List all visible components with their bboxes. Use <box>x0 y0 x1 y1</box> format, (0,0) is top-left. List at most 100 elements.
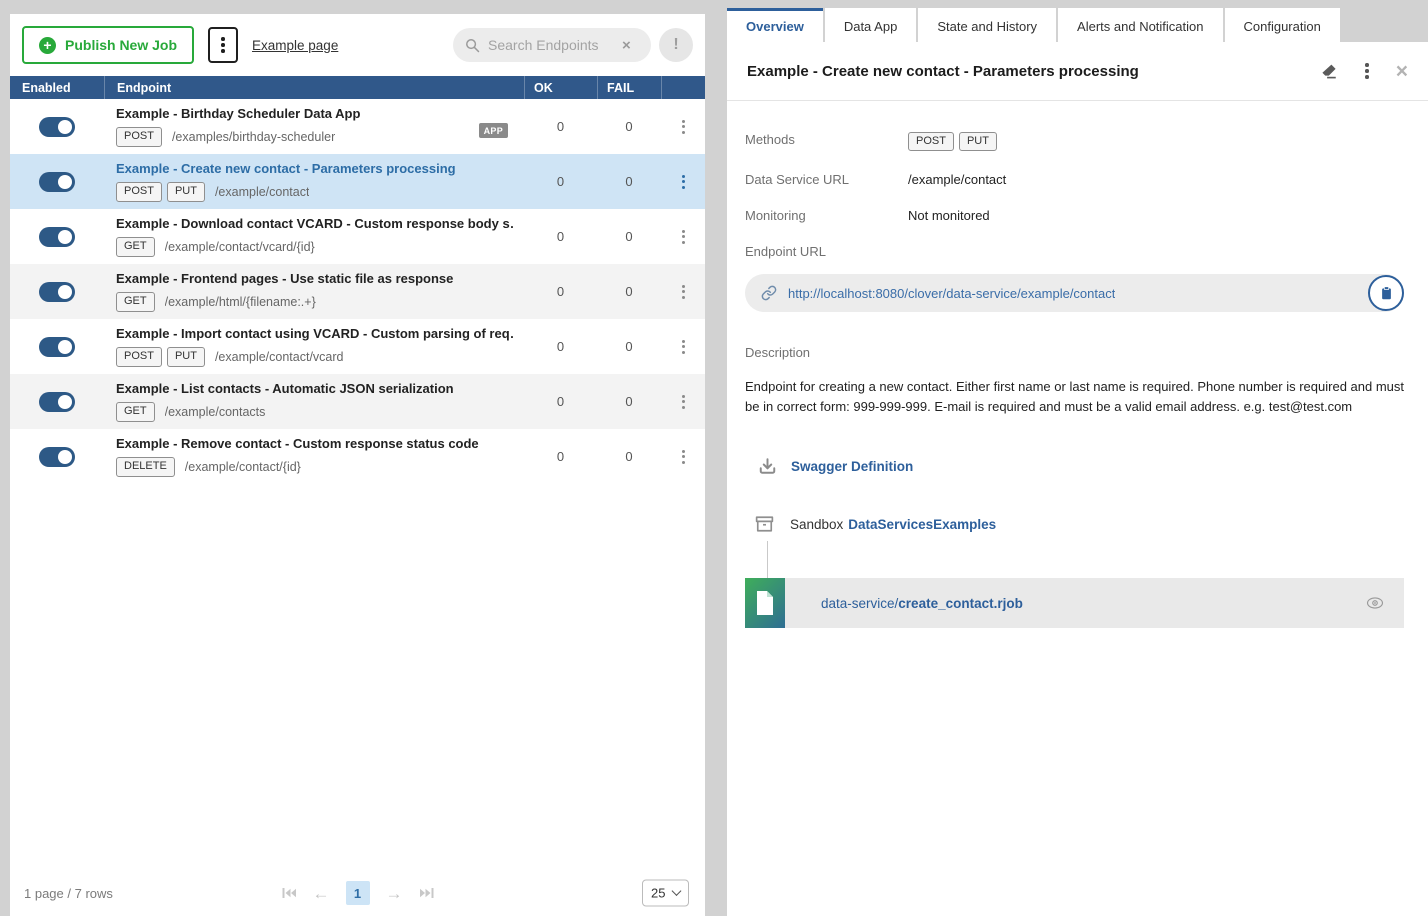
tab-label: State and History <box>937 19 1037 34</box>
example-page-link[interactable]: Example page <box>252 38 338 53</box>
swagger-link-label: Swagger Definition <box>791 459 913 474</box>
method-badges: POST PUT <box>116 347 205 366</box>
enabled-toggle[interactable] <box>39 447 75 467</box>
swagger-definition-link[interactable]: Swagger Definition <box>745 457 1404 475</box>
enabled-toggle[interactable] <box>39 282 75 302</box>
tree-connector <box>767 541 768 578</box>
app-badge: APP <box>479 123 508 138</box>
endpoint-row[interactable]: Example - Birthday Scheduler Data App PO… <box>10 99 705 154</box>
endpoint-cell: Example - Remove contact - Custom respon… <box>104 436 524 476</box>
panel-menu-button[interactable] <box>1365 63 1369 79</box>
first-page-button[interactable] <box>281 887 297 899</box>
row-menu-button[interactable] <box>682 450 685 464</box>
row-actions-cell <box>661 120 705 134</box>
endpoint-row[interactable]: Example - Download contact VCARD - Custo… <box>10 209 705 264</box>
method-badge: GET <box>116 402 155 421</box>
enabled-toggle[interactable] <box>39 117 75 137</box>
row-menu-button[interactable] <box>682 230 685 244</box>
monitoring-value: Not monitored <box>908 208 990 223</box>
exclamation-icon: ! <box>673 36 678 54</box>
fail-count: 0 <box>597 449 661 464</box>
alert-button[interactable]: ! <box>659 28 693 62</box>
toggle-knob <box>58 450 72 464</box>
tab[interactable]: Data App <box>825 8 917 42</box>
endpoint-row[interactable]: Example - Import contact using VCARD - C… <box>10 319 705 374</box>
toggle-knob <box>58 120 72 134</box>
row-menu-button[interactable] <box>682 175 685 189</box>
endpoint-cell: Example - Create new contact - Parameter… <box>104 161 524 201</box>
row-actions-cell <box>661 285 705 299</box>
page-size-select[interactable]: 25 <box>642 880 689 907</box>
enabled-toggle[interactable] <box>39 337 75 357</box>
endpoint-row[interactable]: Example - Create new contact - Parameter… <box>10 154 705 209</box>
endpoint-title: Example - Download contact VCARD - Custo… <box>116 216 514 231</box>
enabled-toggle[interactable] <box>39 227 75 247</box>
ok-count: 0 <box>524 339 597 354</box>
document-icon <box>754 589 776 617</box>
search-icon <box>465 38 480 53</box>
enabled-cell <box>10 227 104 247</box>
row-menu-button[interactable] <box>682 285 685 299</box>
plus-circle-icon: + <box>39 37 56 54</box>
current-page[interactable]: 1 <box>346 881 370 905</box>
next-page-button[interactable]: → <box>386 885 403 902</box>
clear-search-icon[interactable]: × <box>622 38 631 53</box>
tab[interactable]: Alerts and Notification <box>1058 8 1222 42</box>
toggle-knob <box>58 340 72 354</box>
last-page-button[interactable] <box>419 887 435 899</box>
clear-statistics-button[interactable] <box>1320 62 1338 80</box>
fail-count: 0 <box>597 339 661 354</box>
copy-url-button[interactable] <box>1368 275 1404 311</box>
row-menu-button[interactable] <box>682 340 685 354</box>
row-menu-button[interactable] <box>682 395 685 409</box>
close-panel-button[interactable]: × <box>1396 61 1408 82</box>
fail-count: 0 <box>597 394 661 409</box>
method-badges: DELETE <box>116 457 175 476</box>
endpoint-subline: GET /example/contacts <box>116 402 514 421</box>
endpoint-subline: GET /example/html/{filename:.+} <box>116 292 514 311</box>
enabled-cell <box>10 172 104 192</box>
endpoint-subline: GET /example/contact/vcard/{id} <box>116 237 514 256</box>
endpoint-url-bar: http://localhost:8080/clover/data-servic… <box>745 274 1404 312</box>
last-page-icon <box>419 887 435 899</box>
prev-page-button[interactable]: ← <box>313 885 330 902</box>
publish-new-job-button[interactable]: + Publish New Job <box>22 26 194 64</box>
job-file-prefix: data-service/ <box>821 596 898 611</box>
panel-header: Example - Create new contact - Parameter… <box>727 42 1428 101</box>
endpoint-row[interactable]: Example - Frontend pages - Use static fi… <box>10 264 705 319</box>
tab-label: Overview <box>746 19 804 34</box>
job-file-path: data-service/create_contact.rjob <box>821 596 1023 611</box>
search-input[interactable] <box>488 37 622 53</box>
endpoint-row[interactable]: Example - Remove contact - Custom respon… <box>10 429 705 484</box>
arrow-right-icon: → <box>386 885 403 902</box>
kebab-icon <box>221 37 225 53</box>
job-file-row[interactable]: data-service/create_contact.rjob <box>745 578 1404 628</box>
endpoint-url-link[interactable]: http://localhost:8080/clover/data-servic… <box>788 286 1115 301</box>
tab[interactable]: Configuration <box>1225 8 1340 42</box>
row-menu-button[interactable] <box>682 120 685 134</box>
detail-panel: Overview Data App State and History Aler… <box>727 0 1428 916</box>
endpoint-title: Example - Remove contact - Custom respon… <box>116 436 514 451</box>
ok-count: 0 <box>524 394 597 409</box>
publish-button-label: Publish New Job <box>65 37 177 53</box>
enabled-toggle[interactable] <box>39 392 75 412</box>
job-file-icon-box <box>745 578 785 628</box>
tab[interactable]: State and History <box>918 8 1056 42</box>
sandbox-row: Sandbox DataServicesExamples <box>745 515 1404 533</box>
endpoint-subline: POST PUT /example/contact/vcard <box>116 347 514 366</box>
endpoints-panel: + Publish New Job Example page × ! Enabl… <box>10 14 705 916</box>
endpoint-path: /examples/birthday-scheduler <box>172 130 335 144</box>
methods-value: POST PUT <box>908 132 997 151</box>
tab[interactable]: Overview <box>727 8 823 42</box>
ok-count: 0 <box>524 174 597 189</box>
endpoint-row[interactable]: Example - List contacts - Automatic JSON… <box>10 374 705 429</box>
enabled-toggle[interactable] <box>39 172 75 192</box>
method-badges: GET <box>116 292 155 311</box>
sandbox-link[interactable]: DataServicesExamples <box>848 517 996 532</box>
search-box[interactable]: × <box>453 28 651 62</box>
endpoint-path: /example/contact/vcard/{id} <box>165 240 315 254</box>
preview-job-button[interactable] <box>1366 596 1384 610</box>
toolbar-menu-button[interactable] <box>208 27 238 63</box>
endpoints-toolbar: + Publish New Job Example page × ! <box>10 14 705 76</box>
endpoint-path: /example/contact/vcard <box>215 350 344 364</box>
